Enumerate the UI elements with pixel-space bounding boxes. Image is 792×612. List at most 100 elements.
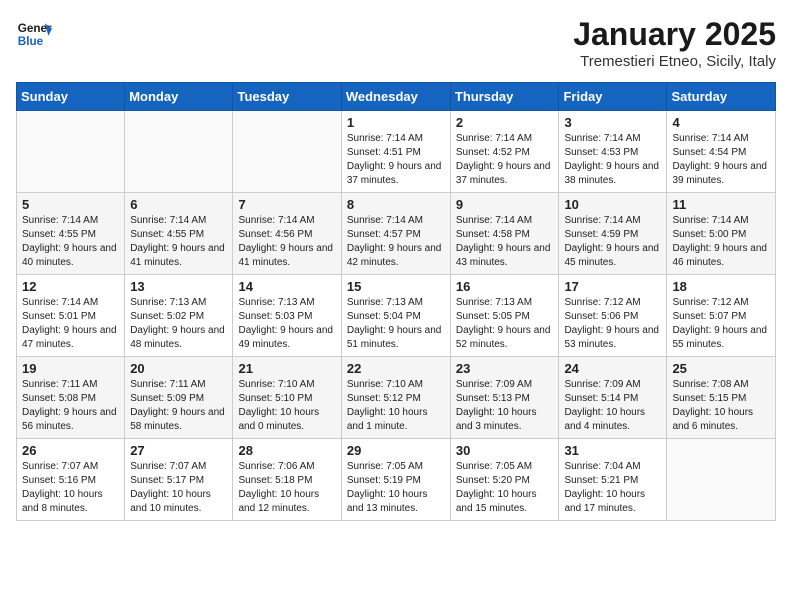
month-title: January 2025 [573, 16, 776, 53]
calendar-week-3: 12 Sunrise: 7:14 AM Sunset: 5:01 PM Dayli… [17, 275, 776, 357]
calendar-table: Sunday Monday Tuesday Wednesday Thursday… [16, 82, 776, 521]
calendar-cell-w2-d3: 7 Sunrise: 7:14 AM Sunset: 4:56 PM Daylig… [233, 193, 341, 275]
day-number: 1 [347, 115, 445, 130]
day-info: Sunrise: 7:14 AM Sunset: 4:58 PM Dayligh… [456, 214, 554, 270]
day-info: Sunrise: 7:14 AM Sunset: 4:52 PM Dayligh… [456, 132, 554, 188]
day-info: Sunrise: 7:09 AM Sunset: 5:13 PM Dayligh… [456, 378, 554, 434]
page-header: General Blue January 2025 Tremestieri Et… [16, 16, 776, 70]
day-number: 22 [347, 361, 445, 376]
day-info: Sunrise: 7:14 AM Sunset: 4:56 PM Dayligh… [238, 214, 335, 270]
day-number: 12 [22, 279, 119, 294]
calendar-cell-w1-d4: 1 Sunrise: 7:14 AM Sunset: 4:51 PM Daylig… [341, 111, 450, 193]
calendar-cell-w3-d7: 18Sunrise: 7:12 AM Sunset: 5:07 PM Dayli… [667, 275, 776, 357]
day-info: Sunrise: 7:14 AM Sunset: 4:57 PM Dayligh… [347, 214, 445, 270]
calendar-cell-w1-d7: 4Sunrise: 7:14 AM Sunset: 4:54 PM Daylig… [667, 111, 776, 193]
day-info: Sunrise: 7:14 AM Sunset: 4:55 PM Dayligh… [22, 214, 119, 270]
day-info: Sunrise: 7:05 AM Sunset: 5:19 PM Dayligh… [347, 460, 445, 516]
day-number: 10 [564, 197, 661, 212]
location: Tremestieri Etneo, Sicily, Italy [573, 53, 776, 70]
calendar-cell-w1-d3 [233, 111, 341, 193]
day-info: Sunrise: 7:13 AM Sunset: 5:05 PM Dayligh… [456, 296, 554, 352]
logo-icon: General Blue [16, 16, 52, 52]
calendar-cell-w2-d1: 5 Sunrise: 7:14 AM Sunset: 4:55 PM Daylig… [17, 193, 125, 275]
day-info: Sunrise: 7:14 AM Sunset: 5:00 PM Dayligh… [672, 214, 770, 270]
day-info: Sunrise: 7:14 AM Sunset: 4:59 PM Dayligh… [564, 214, 661, 270]
calendar-cell-w2-d2: 6Sunrise: 7:14 AM Sunset: 4:55 PM Daylig… [125, 193, 233, 275]
day-number: 8 [347, 197, 445, 212]
day-info: Sunrise: 7:13 AM Sunset: 5:03 PM Dayligh… [238, 296, 335, 352]
day-info: Sunrise: 7:14 AM Sunset: 4:51 PM Dayligh… [347, 132, 445, 188]
calendar-cell-w5-d5: 30 Sunrise: 7:05 AM Sunset: 5:20 PM Dayli… [450, 439, 559, 521]
day-number: 5 [22, 197, 119, 212]
day-info: Sunrise: 7:12 AM Sunset: 5:07 PM Dayligh… [672, 296, 770, 352]
calendar-week-1: 1 Sunrise: 7:14 AM Sunset: 4:51 PM Daylig… [17, 111, 776, 193]
calendar-cell-w4-d5: 23Sunrise: 7:09 AM Sunset: 5:13 PM Dayli… [450, 357, 559, 439]
day-number: 27 [130, 443, 227, 458]
day-info: Sunrise: 7:10 AM Sunset: 5:10 PM Dayligh… [238, 378, 335, 434]
calendar-cell-w5-d1: 26 Sunrise: 7:07 AM Sunset: 5:16 PM Dayli… [17, 439, 125, 521]
calendar-cell-w4-d2: 20 Sunrise: 7:11 AM Sunset: 5:09 PM Dayli… [125, 357, 233, 439]
title-area: January 2025 Tremestieri Etneo, Sicily, … [573, 16, 776, 70]
calendar-week-5: 26 Sunrise: 7:07 AM Sunset: 5:16 PM Dayli… [17, 439, 776, 521]
day-number: 7 [238, 197, 335, 212]
calendar-cell-w4-d1: 19 Sunrise: 7:11 AM Sunset: 5:08 PM Dayli… [17, 357, 125, 439]
calendar-week-4: 19 Sunrise: 7:11 AM Sunset: 5:08 PM Dayli… [17, 357, 776, 439]
day-info: Sunrise: 7:08 AM Sunset: 5:15 PM Dayligh… [672, 378, 770, 434]
col-thursday: Thursday [450, 83, 559, 111]
day-number: 20 [130, 361, 227, 376]
day-number: 29 [347, 443, 445, 458]
calendar-cell-w2-d6: 10 Sunrise: 7:14 AM Sunset: 4:59 PM Dayli… [559, 193, 667, 275]
day-info: Sunrise: 7:14 AM Sunset: 4:54 PM Dayligh… [672, 132, 770, 188]
calendar-cell-w5-d4: 29 Sunrise: 7:05 AM Sunset: 5:19 PM Dayli… [341, 439, 450, 521]
day-number: 25 [672, 361, 770, 376]
day-info: Sunrise: 7:13 AM Sunset: 5:02 PM Dayligh… [130, 296, 227, 352]
day-number: 28 [238, 443, 335, 458]
day-number: 6 [130, 197, 227, 212]
day-info: Sunrise: 7:04 AM Sunset: 5:21 PM Dayligh… [564, 460, 661, 516]
calendar-cell-w5-d7 [667, 439, 776, 521]
logo: General Blue [16, 16, 52, 52]
day-info: Sunrise: 7:06 AM Sunset: 5:18 PM Dayligh… [238, 460, 335, 516]
calendar-cell-w3-d6: 17Sunrise: 7:12 AM Sunset: 5:06 PM Dayli… [559, 275, 667, 357]
calendar-header-row: Sunday Monday Tuesday Wednesday Thursday… [17, 83, 776, 111]
day-number: 31 [564, 443, 661, 458]
col-friday: Friday [559, 83, 667, 111]
day-info: Sunrise: 7:11 AM Sunset: 5:09 PM Dayligh… [130, 378, 227, 434]
calendar-cell-w5-d3: 28 Sunrise: 7:06 AM Sunset: 5:18 PM Dayli… [233, 439, 341, 521]
day-info: Sunrise: 7:07 AM Sunset: 5:16 PM Dayligh… [22, 460, 119, 516]
day-number: 17 [564, 279, 661, 294]
col-wednesday: Wednesday [341, 83, 450, 111]
col-saturday: Saturday [667, 83, 776, 111]
calendar-cell-w2-d4: 8 Sunrise: 7:14 AM Sunset: 4:57 PM Daylig… [341, 193, 450, 275]
day-info: Sunrise: 7:11 AM Sunset: 5:08 PM Dayligh… [22, 378, 119, 434]
calendar-cell-w2-d5: 9 Sunrise: 7:14 AM Sunset: 4:58 PM Daylig… [450, 193, 559, 275]
day-info: Sunrise: 7:10 AM Sunset: 5:12 PM Dayligh… [347, 378, 445, 434]
col-sunday: Sunday [17, 83, 125, 111]
calendar-cell-w1-d6: 3 Sunrise: 7:14 AM Sunset: 4:53 PM Daylig… [559, 111, 667, 193]
calendar-week-2: 5 Sunrise: 7:14 AM Sunset: 4:55 PM Daylig… [17, 193, 776, 275]
calendar-cell-w3-d2: 13 Sunrise: 7:13 AM Sunset: 5:02 PM Dayli… [125, 275, 233, 357]
calendar-cell-w4-d4: 22 Sunrise: 7:10 AM Sunset: 5:12 PM Dayli… [341, 357, 450, 439]
day-info: Sunrise: 7:14 AM Sunset: 4:53 PM Dayligh… [564, 132, 661, 188]
day-info: Sunrise: 7:09 AM Sunset: 5:14 PM Dayligh… [564, 378, 661, 434]
day-number: 15 [347, 279, 445, 294]
day-number: 26 [22, 443, 119, 458]
calendar-cell-w3-d1: 12 Sunrise: 7:14 AM Sunset: 5:01 PM Dayli… [17, 275, 125, 357]
day-number: 13 [130, 279, 227, 294]
day-info: Sunrise: 7:07 AM Sunset: 5:17 PM Dayligh… [130, 460, 227, 516]
day-number: 30 [456, 443, 554, 458]
calendar-cell-w4-d6: 24 Sunrise: 7:09 AM Sunset: 5:14 PM Dayli… [559, 357, 667, 439]
day-number: 9 [456, 197, 554, 212]
calendar-cell-w5-d2: 27 Sunrise: 7:07 AM Sunset: 5:17 PM Dayli… [125, 439, 233, 521]
day-number: 11 [672, 197, 770, 212]
day-number: 16 [456, 279, 554, 294]
calendar-cell-w4-d7: 25 Sunrise: 7:08 AM Sunset: 5:15 PM Dayli… [667, 357, 776, 439]
calendar-cell-w5-d6: 31 Sunrise: 7:04 AM Sunset: 5:21 PM Dayli… [559, 439, 667, 521]
col-monday: Monday [125, 83, 233, 111]
day-info: Sunrise: 7:14 AM Sunset: 5:01 PM Dayligh… [22, 296, 119, 352]
day-number: 19 [22, 361, 119, 376]
day-info: Sunrise: 7:05 AM Sunset: 5:20 PM Dayligh… [456, 460, 554, 516]
day-number: 14 [238, 279, 335, 294]
day-number: 3 [564, 115, 661, 130]
day-number: 24 [564, 361, 661, 376]
